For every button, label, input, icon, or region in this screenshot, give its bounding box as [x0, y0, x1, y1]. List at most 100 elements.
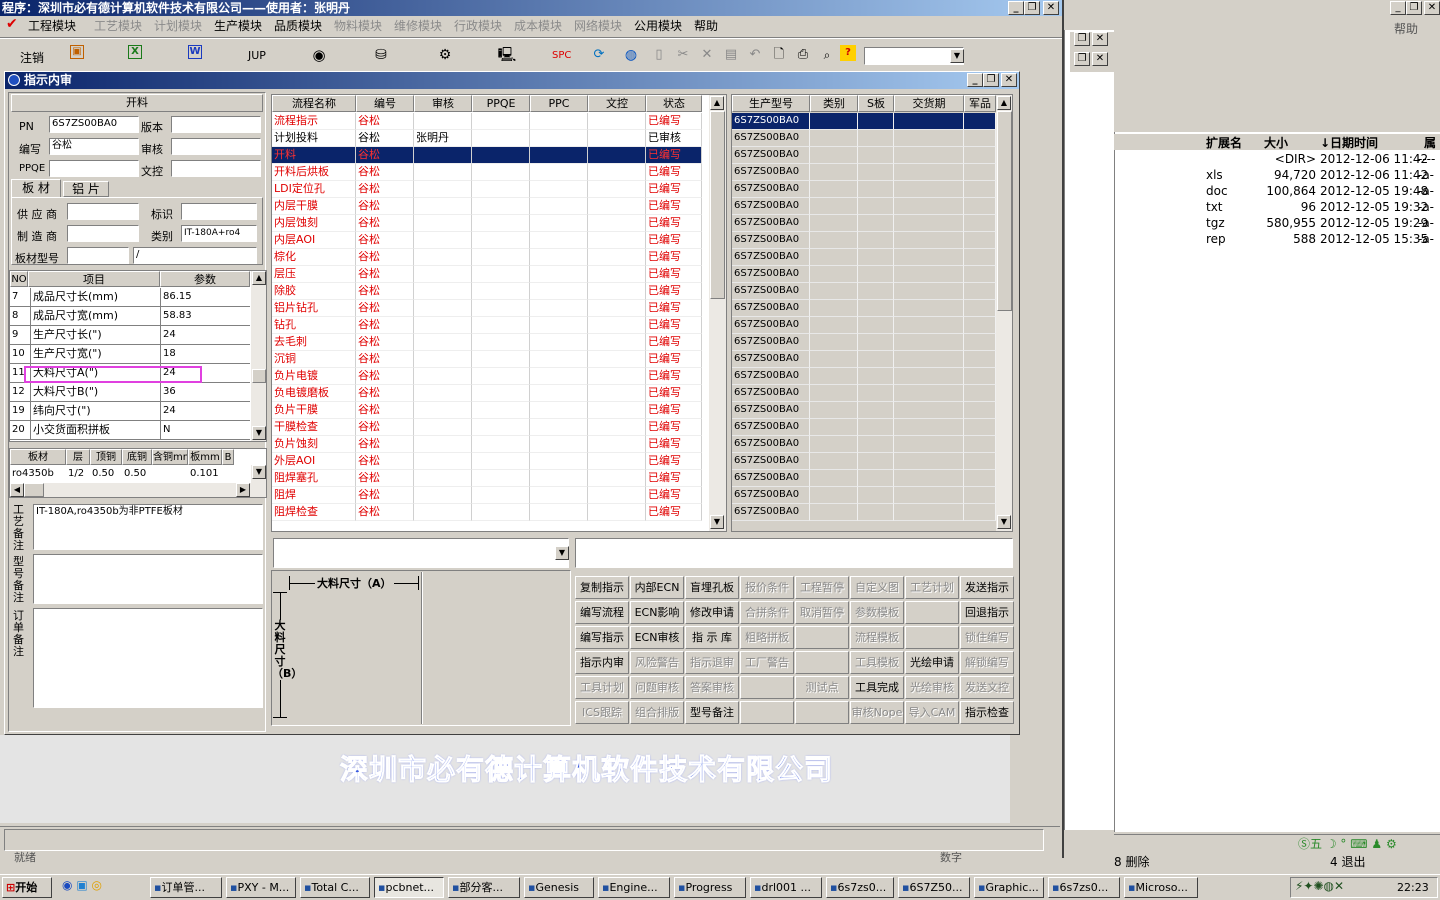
- minimize-icon[interactable]: _: [1390, 1, 1406, 15]
- action-button[interactable]: 工程暂停: [795, 576, 849, 599]
- taskbar-item[interactable]: ▪Engine...: [598, 877, 670, 898]
- table-row[interactable]: 9 生产尺寸长(") 24: [10, 326, 250, 345]
- action-button[interactable]: 工具完成: [850, 676, 904, 699]
- print-icon[interactable]: ⎙: [792, 45, 814, 65]
- table-row[interactable]: 6S7ZS00BA0: [732, 130, 996, 147]
- scroll-up-icon[interactable]: ▲: [997, 96, 1011, 110]
- scroll-down-icon[interactable]: ▼: [252, 465, 266, 479]
- menu-item[interactable]: 公用模块: [634, 18, 682, 34]
- model-note-field[interactable]: [575, 538, 1013, 568]
- action-button[interactable]: [740, 676, 794, 699]
- table-row[interactable]: 6S7ZS00BA0: [732, 470, 996, 487]
- restore-icon[interactable]: ❐: [1074, 52, 1090, 66]
- action-button[interactable]: 参数模板: [850, 601, 904, 624]
- action-button[interactable]: ICS跟踪: [575, 701, 629, 724]
- computer-icon[interactable]: 🖳: [496, 45, 518, 65]
- board-row[interactable]: ro4350b 1/2 0.50 0.50 0.101: [10, 466, 250, 482]
- table-row[interactable]: 6S7ZS00BA0: [732, 351, 996, 368]
- action-button[interactable]: 指示检查: [960, 701, 1014, 724]
- table-row[interactable]: 开料 谷松 已编写: [272, 147, 702, 164]
- category-field[interactable]: IT-180A+ro4: [181, 225, 257, 242]
- tab-board[interactable]: 板 材: [11, 179, 61, 197]
- file-row[interactable]: doc 100,864 2012-12-05 19:48 -a-: [1114, 183, 1440, 199]
- table-row[interactable]: 6S7ZS00BA0: [732, 487, 996, 504]
- params-header-item[interactable]: 项目: [28, 271, 160, 287]
- menu-item[interactable]: 维修模块: [394, 18, 442, 34]
- action-button[interactable]: 自定义图: [850, 576, 904, 599]
- action-button[interactable]: ECN审核: [630, 626, 684, 649]
- chevron-down-icon[interactable]: ▼: [555, 546, 569, 560]
- order-remark[interactable]: [33, 608, 263, 708]
- table-row[interactable]: 10 生产尺寸宽(") 18: [10, 345, 250, 364]
- scroll-thumb[interactable]: [997, 111, 1012, 311]
- table-row[interactable]: 除胶 谷松 已编写: [272, 283, 702, 300]
- delete-icon[interactable]: ✕: [696, 45, 718, 65]
- action-button[interactable]: 合拼条件: [740, 601, 794, 624]
- table-row[interactable]: 阻焊塞孔 谷松 已编写: [272, 470, 702, 487]
- model-header[interactable]: S板: [858, 95, 894, 112]
- table-row[interactable]: 6S7ZS00BA0: [732, 453, 996, 470]
- model-header[interactable]: 军品: [964, 95, 996, 112]
- close-icon[interactable]: ✕: [1001, 73, 1017, 87]
- table-row[interactable]: LDI定位孔 谷松 已编写: [272, 181, 702, 198]
- table-row[interactable]: 7 成品尺寸长(mm) 86.15: [10, 288, 250, 307]
- action-button[interactable]: 测试点: [795, 676, 849, 699]
- board-model-value-field[interactable]: /: [133, 247, 257, 264]
- table-row[interactable]: 阻焊检查 谷松 已编写: [272, 504, 702, 521]
- table-row[interactable]: 6S7ZS00BA0: [732, 368, 996, 385]
- params-header-no[interactable]: NO: [10, 271, 28, 287]
- supplier-field[interactable]: [67, 203, 139, 220]
- maker-field[interactable]: [67, 225, 139, 242]
- action-button[interactable]: ECN影响: [630, 601, 684, 624]
- table-row[interactable]: 计划投料 谷松 张明丹 已审核: [272, 130, 702, 147]
- close-icon[interactable]: ✕: [1092, 32, 1108, 46]
- action-button[interactable]: 流程模板: [850, 626, 904, 649]
- table-row[interactable]: 19 纬向尺寸(") 24: [10, 402, 250, 421]
- table-row[interactable]: 阻焊 谷松 已编写: [272, 487, 702, 504]
- logout-button[interactable]: 注销: [20, 49, 44, 66]
- table-row[interactable]: 6S7ZS00BA0: [732, 504, 996, 521]
- ie-icon[interactable]: ◉: [62, 878, 72, 892]
- scroll-left-icon[interactable]: ◀: [10, 483, 24, 497]
- table-row[interactable]: 6S7ZS00BA0: [732, 198, 996, 215]
- taskbar-item[interactable]: ▪6s7zs0...: [826, 877, 894, 898]
- table-row[interactable]: 沉铜 谷松 已编写: [272, 351, 702, 368]
- table-row[interactable]: 干膜检查 谷松 已编写: [272, 419, 702, 436]
- gears-icon[interactable]: ⚙: [434, 45, 456, 65]
- action-button[interactable]: 工艺计划: [905, 576, 959, 599]
- action-button[interactable]: 工具模板: [850, 651, 904, 674]
- scroll-down-icon[interactable]: ▼: [710, 515, 724, 529]
- table-row[interactable]: 内层蚀刻 谷松 已编写: [272, 215, 702, 232]
- action-button[interactable]: 复制指示: [575, 576, 629, 599]
- action-button[interactable]: 指示退审: [685, 651, 739, 674]
- board-header[interactable]: 板材: [10, 449, 66, 465]
- action-button[interactable]: 风险警告: [630, 651, 684, 674]
- review-field[interactable]: [171, 138, 261, 155]
- table-row[interactable]: 外层AOI 谷松 已编写: [272, 453, 702, 470]
- table-row[interactable]: 6S7ZS00BA0: [732, 147, 996, 164]
- save-icon[interactable]: ▤: [720, 45, 742, 65]
- writer-field[interactable]: 谷松: [49, 138, 139, 155]
- control-field[interactable]: [171, 160, 261, 177]
- action-button[interactable]: [795, 651, 849, 674]
- table-row[interactable]: 负片蚀刻 谷松 已编写: [272, 436, 702, 453]
- action-button[interactable]: [795, 626, 849, 649]
- table-row[interactable]: 6S7ZS00BA0: [732, 436, 996, 453]
- eye-icon[interactable]: ◉: [308, 45, 330, 65]
- table-row[interactable]: 6S7ZS00BA0: [732, 266, 996, 283]
- database-icon[interactable]: ⛁: [370, 45, 392, 65]
- file-row[interactable]: <DIR> 2012-12-06 11:42 ----: [1114, 151, 1440, 167]
- action-button[interactable]: 工具计划: [575, 676, 629, 699]
- table-row[interactable]: 8 成品尺寸宽(mm) 58.83: [10, 307, 250, 326]
- action-button[interactable]: 取消暂停: [795, 601, 849, 624]
- action-button[interactable]: 组合排版: [630, 701, 684, 724]
- scroll-down-icon[interactable]: ▼: [252, 426, 266, 440]
- board-header[interactable]: 板mm: [188, 449, 222, 465]
- action-button[interactable]: 编写流程: [575, 601, 629, 624]
- board-header[interactable]: 底铜: [122, 449, 152, 465]
- action-button[interactable]: 修改申请: [685, 601, 739, 624]
- toolbar-combo[interactable]: [864, 47, 964, 65]
- table-row[interactable]: 6S7ZS00BA0: [732, 232, 996, 249]
- file-row[interactable]: txt 96 2012-12-05 19:32 -a-: [1114, 199, 1440, 215]
- menu-item[interactable]: 行政模块: [454, 18, 502, 34]
